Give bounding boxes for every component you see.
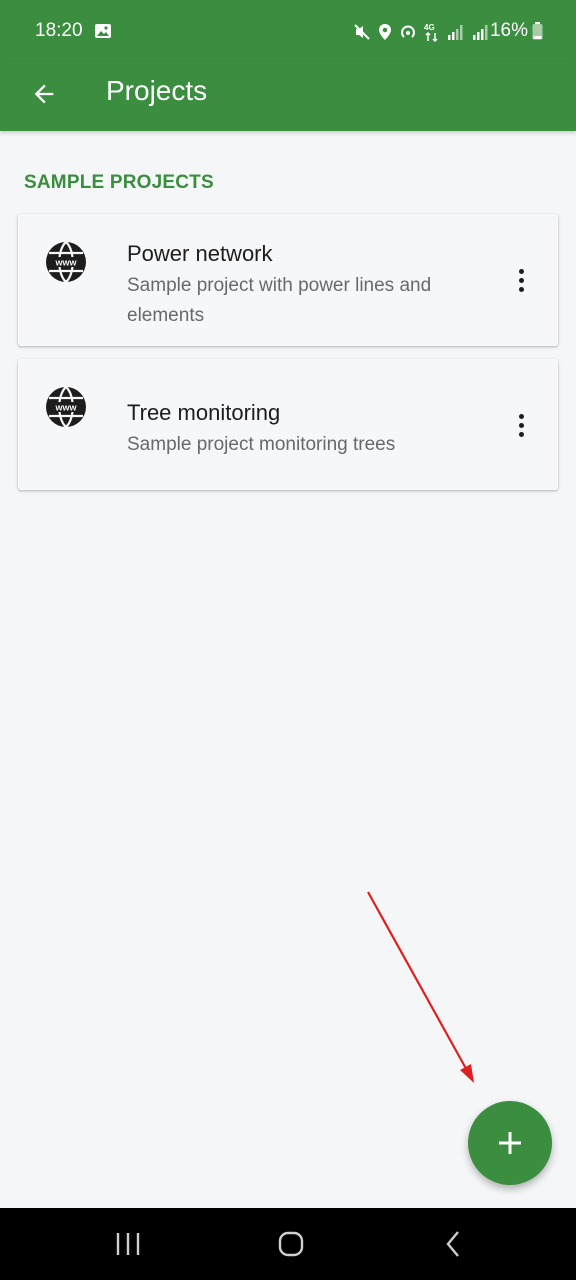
- project-title: Tree monitoring: [127, 400, 281, 425]
- app-bar: Projects: [0, 62, 576, 131]
- status-time: 18:20: [35, 20, 83, 41]
- globe-www-icon: www: [46, 386, 86, 428]
- add-project-button[interactable]: [468, 1101, 552, 1185]
- more-vert-icon-dot: [518, 422, 524, 428]
- status-icons: 4G: [353, 22, 490, 42]
- battery-percentage: 16%: [489, 20, 528, 41]
- battery-icon: [532, 22, 543, 40]
- plus-icon: [499, 1132, 521, 1154]
- status-bar: 18:20 4G 16%: [0, 0, 576, 62]
- signal-icon: [448, 25, 463, 40]
- location-icon: [379, 24, 391, 40]
- system-nav-bar: [0, 1208, 576, 1280]
- page-title: Projects: [106, 75, 208, 106]
- back-icon[interactable]: [440, 1228, 470, 1260]
- svg-text:www: www: [54, 258, 77, 268]
- globe-www-icon: www: [46, 241, 86, 283]
- hotspot-icon: [401, 25, 415, 38]
- project-card-power-network[interactable]: www Power network Sample project with po…: [18, 214, 558, 346]
- svg-text:www: www: [54, 403, 77, 413]
- more-vert-icon: [518, 268, 524, 274]
- project-title: Power network: [127, 241, 273, 266]
- mute-icon: [354, 24, 370, 40]
- section-header: SAMPLE PROJECTS: [24, 172, 214, 193]
- arrow-back-icon: [34, 84, 54, 104]
- recents-icon[interactable]: [113, 1228, 143, 1260]
- more-vert-icon-dot: [518, 277, 524, 283]
- project-card-tree-monitoring[interactable]: www Tree monitoring Sample project monit…: [18, 359, 558, 490]
- network-4g-icon: 4G: [424, 23, 438, 42]
- home-icon[interactable]: [276, 1228, 306, 1260]
- more-vert-icon-dot: [518, 431, 524, 437]
- gallery-icon: [95, 24, 111, 38]
- more-options-button[interactable]: [507, 260, 535, 300]
- more-options-button[interactable]: [507, 405, 535, 445]
- project-description: Sample project with power lines and elem…: [127, 275, 432, 326]
- more-vert-icon: [518, 413, 524, 419]
- svg-text:4G: 4G: [424, 23, 435, 32]
- signal-icon: [473, 25, 488, 40]
- more-vert-icon-dot: [518, 286, 524, 292]
- back-button[interactable]: [22, 72, 66, 116]
- project-description: Sample project monitoring trees: [127, 434, 396, 455]
